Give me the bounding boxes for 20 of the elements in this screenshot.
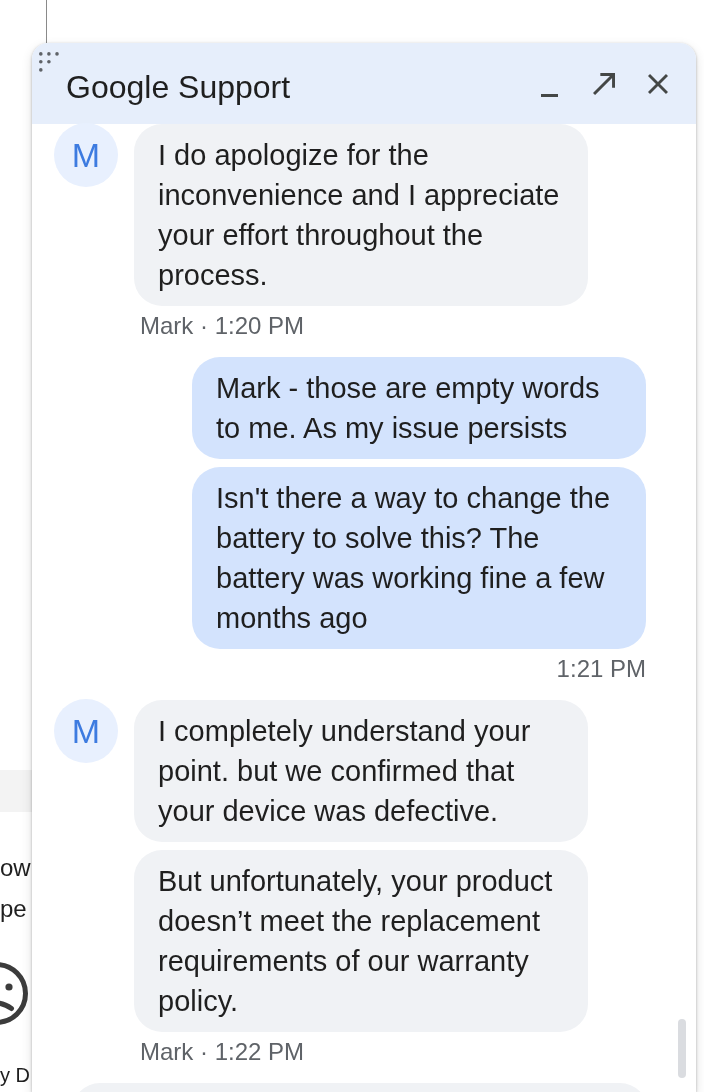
message-bubble: I do apologize for the inconvenience and I appreciate your effort throughout the process.: [134, 124, 588, 306]
sad-face-icon: [0, 962, 28, 1025]
background-text: pe: [0, 894, 27, 924]
message-bubble: I completely understand your point. but we confirmed that your device was defective.: [134, 700, 588, 842]
minimize-icon: [541, 94, 558, 97]
avatar: M: [54, 699, 118, 763]
message-bubble: But unfortunately, your product doesn’t meet the replacement requirements of our warranty policy.: [134, 850, 588, 1032]
message-meta: Mark · 1:20 PM: [140, 312, 305, 340]
message-bubble: Mark - those are empty words to me. As my issue persists: [192, 357, 646, 459]
message-bubble: Isn't there a way to change the battery to solve this? The battery was working fine a few months ago: [192, 467, 646, 649]
scrollbar-thumb[interactable]: [678, 1019, 686, 1078]
arrow-up-right-icon: [592, 72, 615, 95]
background-caption: y D: [0, 1063, 30, 1088]
avatar: M: [54, 123, 118, 187]
close-icon: [647, 73, 668, 94]
message-time: 1:21 PM: [556, 655, 646, 683]
drag-handle-icon[interactable]: [39, 52, 59, 72]
background-text: ow: [0, 853, 31, 883]
window-title: Google Support: [66, 67, 291, 107]
message-meta: Mark · 1:22 PM: [140, 1038, 305, 1066]
